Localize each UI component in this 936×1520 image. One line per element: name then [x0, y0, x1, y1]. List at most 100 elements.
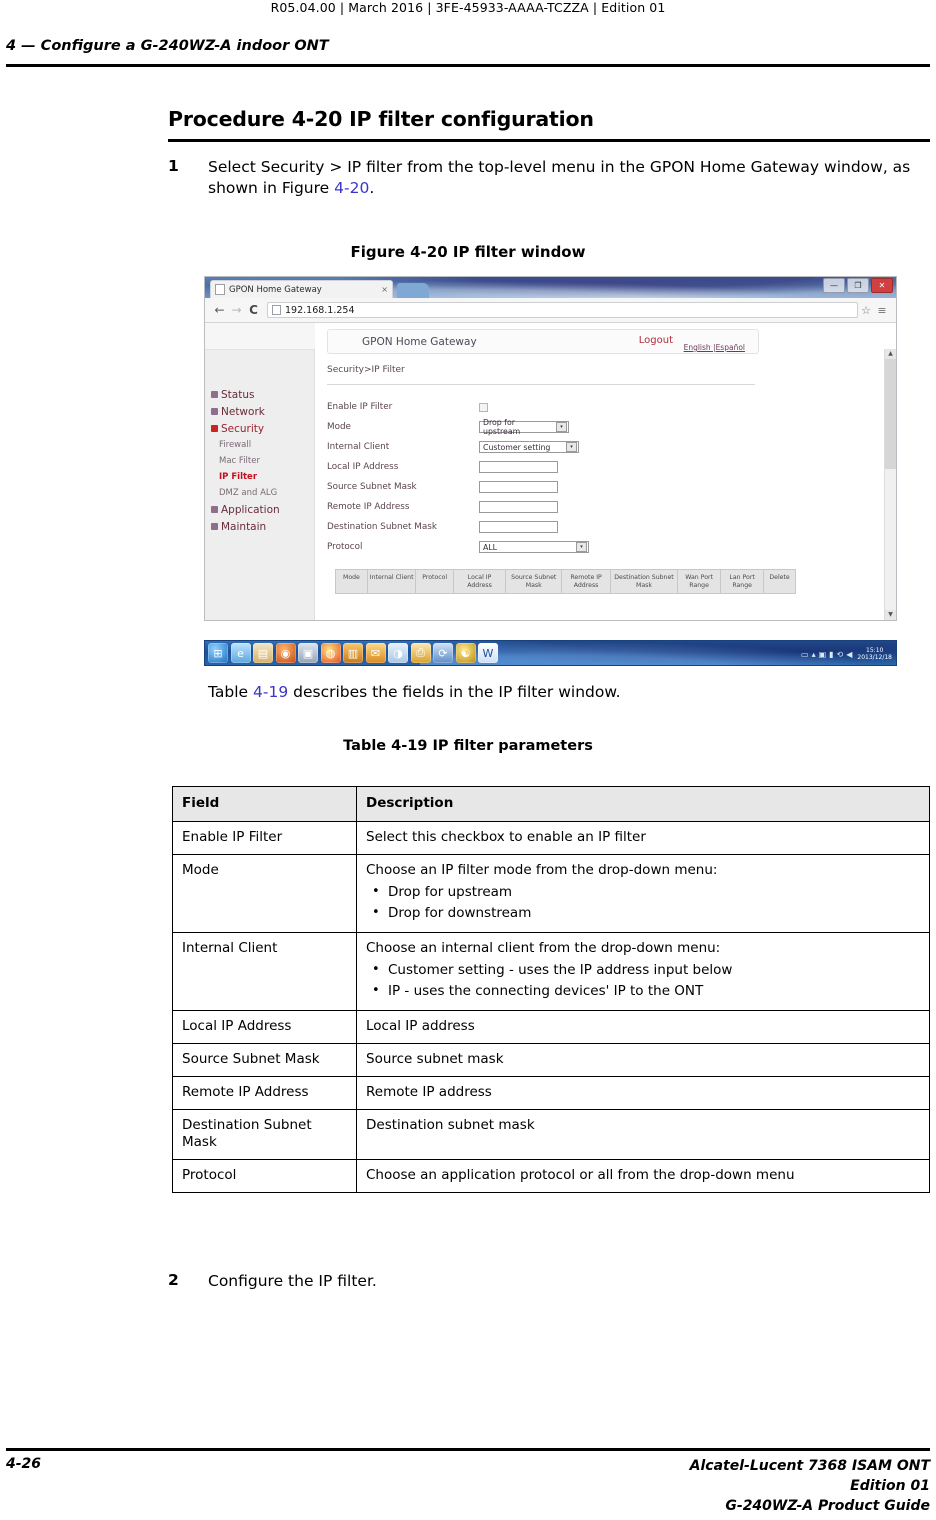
language-switch-link[interactable]: English |Español	[684, 343, 745, 352]
sidebar-item-firewall[interactable]: Firewall	[205, 437, 314, 453]
minimize-button[interactable]: —	[823, 278, 845, 293]
internet-explorer-icon[interactable]: e	[230, 643, 251, 663]
sidebar-item-mac-filter[interactable]: Mac Filter	[205, 453, 314, 469]
sidebar-item-label: Status	[221, 388, 255, 401]
column-header-remote-ip-address: Remote IP Address	[562, 570, 611, 593]
form-row-enable-ip-filter: Enable IP Filter	[327, 397, 896, 417]
sidebar-item-label: Network	[221, 405, 265, 418]
start-button-icon[interactable]: ⊞	[208, 643, 228, 663]
maximize-button[interactable]: ❐	[847, 278, 869, 293]
table-intro-suffix: describes the fields in the IP filter wi…	[288, 683, 621, 701]
table-row: Source Subnet Mask Source subnet mask	[172, 1043, 930, 1077]
protocol-select-value: ALL	[483, 542, 498, 552]
label-remote-ip-address: Remote IP Address	[327, 502, 410, 512]
tray-expand-icon[interactable]: ▭	[801, 650, 809, 659]
step-1-text-after: .	[369, 179, 375, 197]
cell-field: Mode	[172, 854, 357, 933]
forward-icon[interactable]: →	[228, 303, 245, 317]
logout-link[interactable]: Logout	[639, 335, 673, 346]
local-ip-address-input[interactable]	[479, 461, 558, 473]
outlook-icon[interactable]: ✉	[365, 643, 386, 663]
form-row-mode: Mode Drop for upstream ▾	[327, 417, 896, 437]
column-header-delete: Delete	[769, 574, 790, 581]
cell-field: Protocol	[172, 1159, 357, 1193]
source-subnet-mask-input[interactable]	[479, 481, 558, 493]
browser-window: GPON Home Gateway × — ❐ ✕ ← → C 192.168.…	[204, 276, 897, 621]
expand-icon	[211, 408, 218, 415]
label-source-subnet-mask: Source Subnet Mask	[327, 482, 417, 492]
mode-select-value: Drop for upstream	[483, 418, 521, 436]
sidebar-item-security[interactable]: Security	[205, 420, 314, 437]
sidebar-item-application[interactable]: Application	[205, 501, 314, 518]
sidebar-item-ip-filter[interactable]: IP Filter	[205, 469, 314, 485]
taskbar-clock[interactable]: 15:10 2013/12/18	[857, 647, 892, 662]
ip-filter-parameters-table: Field Description Enable IP Filter Selec…	[172, 786, 930, 1193]
chevron-down-icon: ▾	[556, 422, 567, 432]
cell-description-text: Choose an internal client from the drop-…	[366, 940, 721, 956]
tray-network-icon[interactable]: ▣	[819, 650, 827, 659]
chrome-icon[interactable]: ◍	[320, 643, 341, 663]
collapse-icon	[211, 425, 218, 432]
column-header-wan-port-range: Wan Port Range	[678, 570, 722, 593]
word-icon[interactable]: W	[478, 643, 498, 663]
cell-field: Internal Client	[172, 932, 357, 1011]
table-xref-4-19[interactable]: 4-19	[253, 683, 288, 701]
folder-icon[interactable]: ▤	[253, 643, 273, 663]
browser-tab[interactable]: GPON Home Gateway ×	[210, 280, 393, 298]
tray-battery-icon[interactable]: ▮	[829, 650, 833, 659]
close-button[interactable]: ✕	[871, 278, 893, 293]
enable-ip-filter-checkbox[interactable]	[479, 402, 488, 412]
browser-menu-icon[interactable]: ≡	[874, 304, 890, 317]
back-icon[interactable]: ←	[211, 303, 228, 317]
scrollbar-thumb[interactable]	[885, 359, 896, 469]
table-row: Mode Choose an IP filter mode from the d…	[172, 854, 930, 933]
figure-caption: Figure 4-20 IP filter window	[350, 243, 586, 261]
scroll-up-icon[interactable]: ▲	[885, 349, 896, 359]
table-row: Enable IP Filter Select this checkbox to…	[172, 821, 930, 855]
disk-icon[interactable]: ◑	[388, 643, 408, 663]
form-row-destination-subnet-mask: Destination Subnet Mask	[327, 517, 896, 537]
bookmark-star-icon[interactable]: ☆	[858, 304, 874, 317]
procedure-rule	[168, 139, 930, 142]
tray-chevron-icon[interactable]: ▴	[812, 650, 816, 659]
step-1-text-before: Select Security > IP filter from the top…	[208, 158, 911, 197]
table-header-row: Field Description	[172, 786, 930, 822]
tray-refresh-icon[interactable]: ⟲	[837, 650, 844, 659]
sidebar-item-maintain[interactable]: Maintain	[205, 518, 314, 535]
sidebar-item-dmz-and-alg[interactable]: DMZ and ALG	[205, 485, 314, 501]
page-scrollbar[interactable]: ▲ ▼	[884, 349, 896, 620]
printer-icon[interactable]: ⎙	[410, 643, 431, 663]
sync-icon[interactable]: ⟳	[433, 643, 453, 663]
firefox-icon[interactable]: ◉	[275, 643, 296, 663]
column-header-destination-subnet-mask: Destination Subnet Mask	[611, 570, 679, 593]
new-tab-button[interactable]	[397, 283, 429, 298]
destination-subnet-mask-input[interactable]	[479, 521, 558, 533]
maximize-icon: ❐	[854, 280, 862, 290]
list-item: Drop for downstream	[372, 902, 920, 924]
minimize-icon: —	[830, 280, 838, 290]
notes-icon[interactable]: ▥	[343, 643, 363, 663]
tray-volume-icon[interactable]: ◀	[846, 650, 852, 659]
address-bar[interactable]: 192.168.1.254	[267, 302, 858, 318]
ip-filter-results-table: Mode Internal Client Protocol Local IP A…	[335, 569, 796, 594]
mode-select[interactable]: Drop for upstream ▾	[479, 418, 569, 436]
table-intro-text: Table 4-19 describes the fields in the I…	[208, 683, 621, 701]
antivirus-icon[interactable]: ☯	[455, 643, 476, 663]
sidebar-item-network[interactable]: Network	[205, 403, 314, 420]
figure-xref-4-20[interactable]: 4-20	[334, 179, 369, 197]
cell-bullet-list: Drop for upstream Drop for downstream	[366, 881, 920, 924]
step-1-number: 1	[168, 157, 179, 175]
content-divider	[327, 384, 755, 385]
remote-ip-address-input[interactable]	[479, 501, 558, 513]
internal-client-select[interactable]: Customer setting ▾	[479, 441, 579, 453]
sidebar-item-label: Security	[221, 422, 265, 435]
sidebar-item-status[interactable]: Status	[205, 386, 314, 403]
protocol-select[interactable]: ALL ▾	[479, 541, 589, 553]
ip-filter-form: Enable IP Filter Mode Drop for upstream …	[327, 397, 896, 557]
reload-icon[interactable]: C	[245, 303, 262, 317]
address-bar-value: 192.168.1.254	[285, 304, 355, 316]
figure-image: GPON Home Gateway × — ❐ ✕ ← → C 192.168.…	[204, 276, 897, 668]
tab-close-icon[interactable]: ×	[378, 285, 388, 294]
media-player-icon[interactable]: ▣	[298, 643, 318, 663]
scroll-down-icon[interactable]: ▼	[885, 610, 896, 620]
